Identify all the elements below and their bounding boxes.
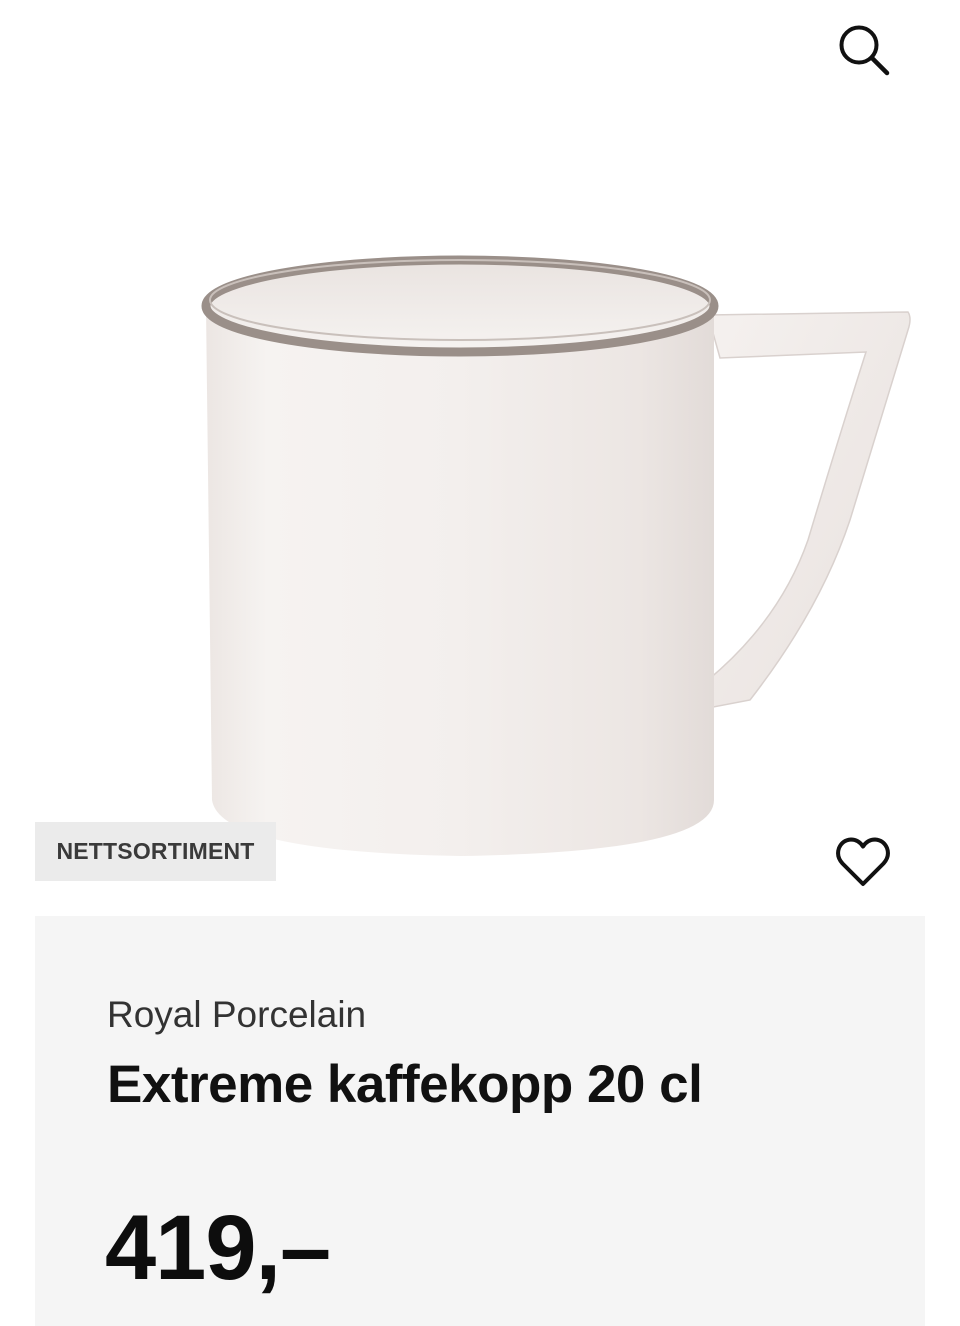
product-image[interactable]	[160, 220, 940, 880]
product-info-panel[interactable]: Royal Porcelain Extreme kaffekopp 20 cl …	[35, 916, 925, 1326]
badge-label: NETTSORTIMENT	[56, 838, 255, 864]
mug-image	[201, 255, 911, 856]
favorite-button[interactable]	[833, 834, 893, 892]
heart-outline-icon	[836, 837, 890, 886]
product-brand: Royal Porcelain	[107, 994, 367, 1035]
nettsortiment-badge: NETTSORTIMENT	[35, 822, 276, 881]
product-title[interactable]: Extreme kaffekopp 20 cl	[107, 1054, 703, 1115]
product-price: 419,–	[105, 1197, 331, 1299]
search-button[interactable]	[832, 18, 896, 82]
search-icon	[839, 25, 890, 76]
